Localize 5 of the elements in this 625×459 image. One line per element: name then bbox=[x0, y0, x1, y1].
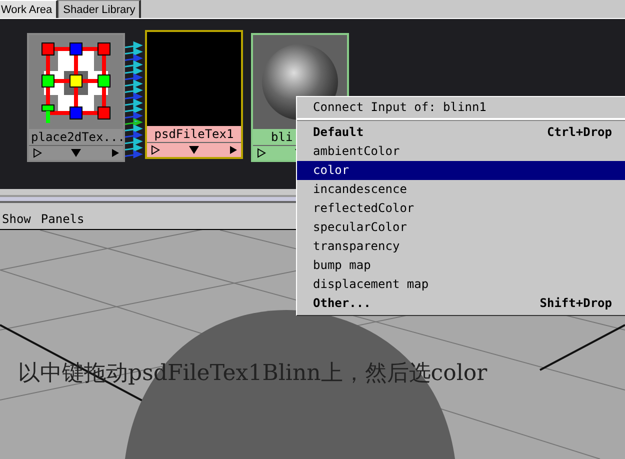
node-label: place2dTex... bbox=[29, 129, 123, 145]
shortcut-text: Shift+Drop bbox=[540, 295, 612, 312]
shortcut-text: Ctrl+Drop bbox=[546, 124, 612, 141]
menu-title: Connect Input of: blinn1 bbox=[297, 97, 625, 120]
node-label: psdFileTex1 bbox=[147, 126, 241, 142]
